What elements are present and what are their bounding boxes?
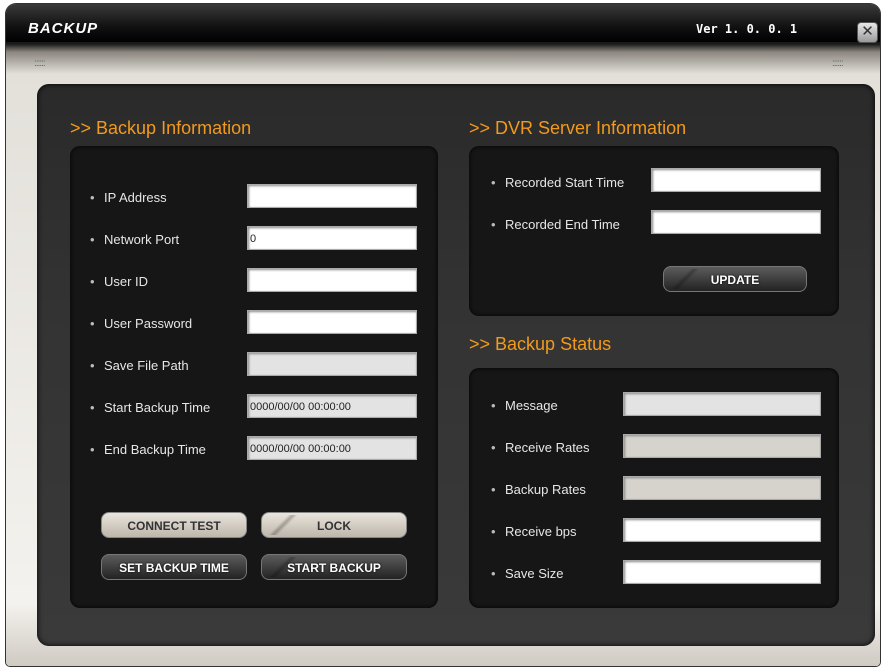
message-label: • Message (491, 398, 558, 413)
save-size-label: • Save Size (491, 566, 564, 581)
lock-label: LOCK (317, 519, 351, 533)
backup-status-box: • Message • Receive Rates • Backup Rates • R… (469, 368, 839, 608)
connect-test-button[interactable]: CONNECT TEST (101, 512, 247, 538)
window-title: BACKUP (28, 20, 99, 37)
user-id-label: • User ID (90, 274, 149, 289)
backup-info-heading: >> Backup Information (70, 118, 252, 138)
save-file-path-label: • Save File Path (90, 358, 189, 373)
grip-left-icon: :::::: (34, 58, 46, 69)
receive-rates-progress (623, 434, 821, 458)
dvr-info-heading: >> DVR Server Information (469, 118, 687, 138)
ip-address-label: • IP Address (90, 190, 167, 205)
backup-status-heading: >> Backup Status (469, 334, 612, 354)
ip-address-input[interactable] (247, 184, 417, 208)
start-backup-time-input[interactable]: 0000/00/00 00:00:00 (247, 394, 417, 418)
update-button[interactable]: UPDATE (663, 266, 807, 292)
message-field (623, 392, 821, 416)
update-label: UPDATE (710, 273, 760, 287)
backup-rates-progress (623, 476, 821, 500)
recorded-start-time-input[interactable] (651, 168, 821, 192)
end-backup-time-label: • End Backup Time (90, 442, 206, 457)
save-file-path-input[interactable] (247, 352, 417, 376)
recorded-end-time-input[interactable] (651, 210, 821, 234)
start-backup-button[interactable]: START BACKUP (261, 554, 407, 580)
start-backup-label: START BACKUP (287, 561, 381, 575)
network-port-input[interactable]: 0 (247, 226, 417, 250)
recorded-end-time-label: • Recorded End Time (491, 217, 620, 232)
user-password-input[interactable] (247, 310, 417, 334)
receive-rates-label: • Receive Rates (491, 440, 590, 455)
backup-rates-label: • Backup Rates (491, 482, 586, 497)
main-panel: >> Backup Information • IP Address • Netwo… (37, 84, 875, 646)
save-size-field (623, 560, 821, 584)
receive-bps-label: • Receive bps (491, 524, 577, 539)
grip-right-icon: :::::: (832, 58, 844, 69)
backup-window: BACKUP Ver 1. 0. 0. 1 ✕ :::::: :::::: >>… (6, 4, 880, 666)
user-id-input[interactable] (247, 268, 417, 292)
end-backup-time-input[interactable]: 0000/00/00 00:00:00 (247, 436, 417, 460)
receive-bps-field (623, 518, 821, 542)
title-bar[interactable]: BACKUP Ver 1. 0. 0. 1 ✕ (6, 4, 880, 43)
set-backup-time-button[interactable]: SET BACKUP TIME (101, 554, 247, 580)
user-password-label: • User Password (90, 316, 193, 331)
version-label: Ver 1. 0. 0. 1 (696, 22, 798, 36)
dvr-info-box: • Recorded Start Time • Recorded End Time … (469, 146, 839, 316)
network-port-label: • Network Port (90, 232, 180, 247)
recorded-start-time-label: • Recorded Start Time (491, 175, 625, 190)
backup-info-box: • IP Address • Network Port 0 • User ID • Us… (70, 146, 438, 608)
close-button[interactable]: ✕ (857, 22, 878, 43)
set-backup-time-label: SET BACKUP TIME (119, 561, 229, 575)
lock-button[interactable]: LOCK (261, 512, 407, 538)
connect-test-label: CONNECT TEST (127, 519, 221, 533)
start-backup-time-label: • Start Backup Time (90, 400, 211, 415)
